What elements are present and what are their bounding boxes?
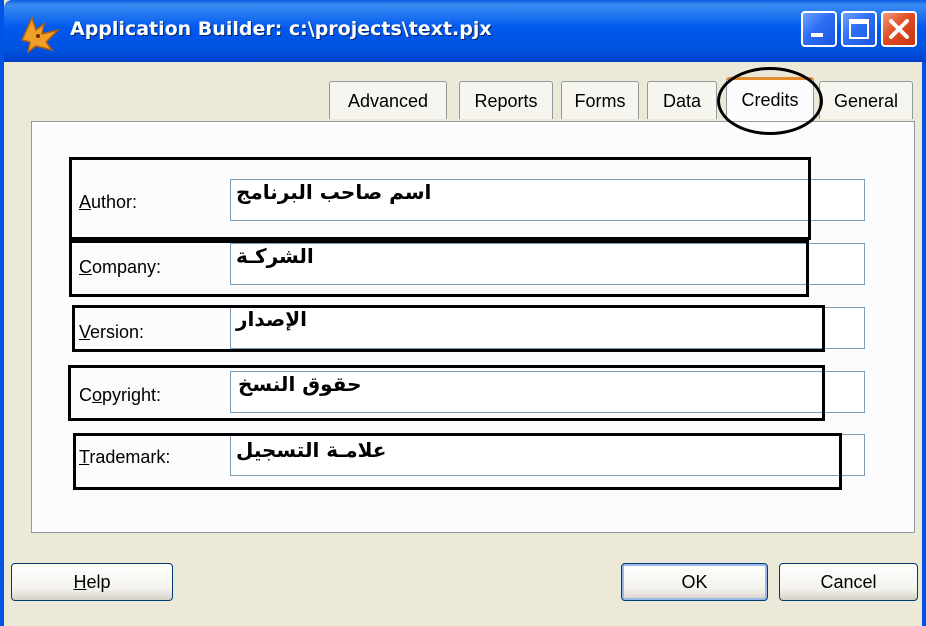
window-title: Application Builder: c:\projects\text.pj… — [70, 18, 492, 40]
close-button[interactable] — [881, 11, 917, 47]
help-button[interactable]: Help — [11, 563, 173, 601]
minimize-button[interactable] — [801, 11, 837, 47]
tab-general-label: General — [833, 91, 899, 111]
maximize-button[interactable] — [841, 11, 877, 47]
maximize-icon — [849, 19, 869, 39]
tab-forms[interactable]: Forms — [561, 81, 639, 119]
annotation-box-company — [69, 240, 809, 297]
tab-reports[interactable]: Reports — [459, 81, 553, 119]
help-label-rest: elp — [86, 572, 111, 592]
annotation-box-author — [69, 157, 811, 240]
ok-button[interactable]: OK — [621, 563, 768, 601]
tab-general[interactable]: General — [819, 81, 913, 119]
tab-reports-label: Reports — [474, 91, 538, 111]
close-icon — [889, 19, 909, 39]
tab-data[interactable]: Data — [647, 81, 717, 119]
help-accel: H — [73, 572, 87, 592]
fox-icon — [20, 15, 61, 54]
annotation-box-version — [72, 305, 825, 352]
title-bar[interactable]: Application Builder: c:\projects\text.pj… — [4, 0, 926, 62]
cancel-button[interactable]: Cancel — [779, 563, 918, 601]
tab-data-label: Data — [662, 91, 702, 111]
application-builder-window: Application Builder: c:\projects\text.pj… — [0, 0, 926, 626]
tab-advanced-label: Advanced — [347, 91, 429, 111]
annotation-ellipse-credits — [717, 67, 823, 135]
annotation-box-copyright — [68, 365, 825, 421]
minimize-icon — [811, 33, 823, 37]
tab-forms-label: Forms — [574, 91, 626, 111]
tab-advanced[interactable]: Advanced — [329, 81, 447, 119]
annotation-box-trademark — [73, 433, 842, 490]
